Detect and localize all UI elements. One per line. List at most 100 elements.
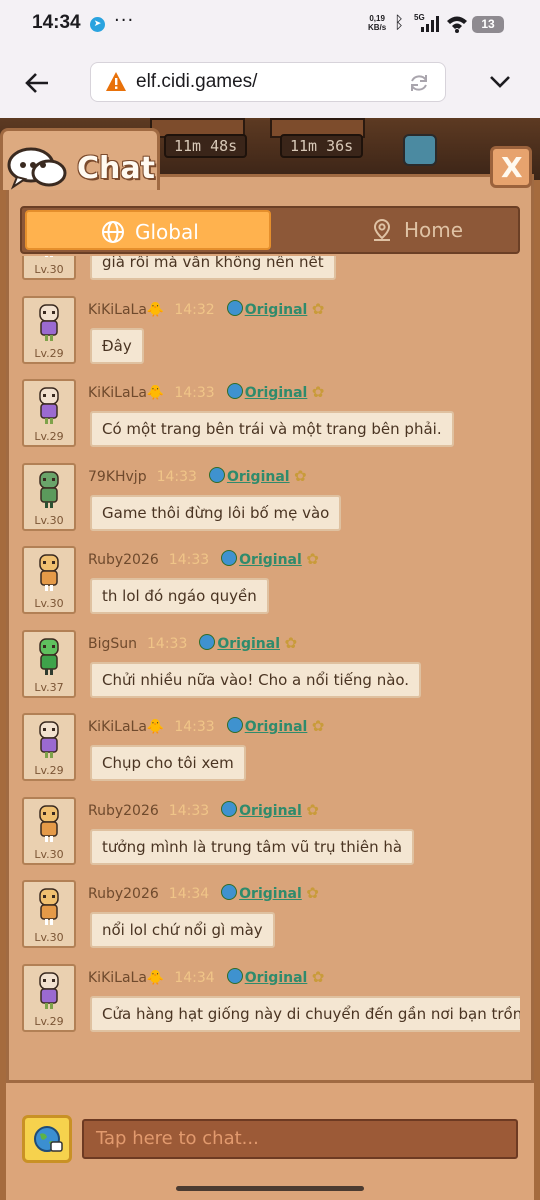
level-badge: Lv.30: [34, 931, 64, 944]
message-bubble[interactable]: Chửi nhiều nữa vào! Cho a nổi tiếng nào.: [90, 661, 422, 698]
sender-name[interactable]: KiKiLaLa🐥: [88, 385, 164, 401]
original-link[interactable]: Original: [245, 385, 308, 401]
globe-icon: [221, 884, 238, 900]
wifi-icon: [447, 16, 467, 33]
avatar-icon: [39, 387, 59, 424]
sender-name[interactable]: Ruby2026: [88, 552, 159, 568]
sender-name[interactable]: BigSun: [88, 636, 137, 652]
chevron-down-icon[interactable]: [486, 70, 514, 94]
settings-icon[interactable]: ✿: [312, 968, 325, 986]
home-indicator[interactable]: [176, 1186, 364, 1191]
avatar[interactable]: Lv.30: [22, 880, 76, 948]
crop-timer: 11m 48s: [164, 134, 248, 158]
tab-global-label: Global: [135, 220, 199, 244]
chat-message: Lv.30 Ruby2026 14:34 Original ✿ nổi lol chứ …: [8, 878, 520, 962]
level-badge: Lv.29: [34, 1014, 64, 1028]
battery-indicator: 13: [472, 16, 504, 33]
original-link[interactable]: Original: [245, 302, 308, 318]
avatar[interactable]: Lv.29: [22, 379, 76, 447]
address-bar[interactable]: elf.cidi.games/: [90, 62, 446, 102]
globe-icon: [221, 550, 238, 566]
avatar-icon: [39, 721, 59, 758]
settings-icon[interactable]: ✿: [312, 300, 325, 318]
avatar[interactable]: Lv.30: [22, 462, 76, 531]
sender-name[interactable]: KiKiLaLa🐥: [88, 719, 164, 735]
sender-name[interactable]: Ruby2026: [88, 886, 159, 902]
message-bubble[interactable]: Có một trang bên trái và một trang bên p…: [90, 411, 454, 447]
globe-icon: [226, 967, 243, 984]
original-link[interactable]: Original: [227, 469, 290, 485]
settings-icon[interactable]: ✿: [306, 550, 319, 568]
original-link[interactable]: Original: [239, 803, 302, 819]
tab-global[interactable]: Global: [25, 210, 271, 250]
signal-icon: [421, 16, 439, 32]
message-meta: KiKiLaLa🐥 14:33 Original ✿: [88, 717, 324, 739]
globe-icon: [221, 800, 238, 817]
message-bubble[interactable]: Đây: [90, 327, 144, 364]
chat-message: Lv.30 Ruby2026 14:33 Original ✿ tưởng mình l…: [8, 795, 520, 879]
message-bubble[interactable]: nổi lol chứ nổi gì mày: [90, 912, 275, 948]
chat-title: Chat: [77, 151, 155, 186]
chat-message: Lv.29 KiKiLaLa🐥 14:33 Original ✿ Có một tran…: [8, 377, 520, 461]
chat-message: Lv.29 KiKiLaLa🐥 14:32 Original ✿ Đây: [8, 294, 520, 378]
sender-name[interactable]: Ruby2026: [88, 803, 159, 819]
original-link[interactable]: Original: [245, 719, 308, 735]
level-badge: Lv.29: [34, 346, 64, 360]
avatar[interactable]: Lv.29: [22, 295, 76, 364]
game-view: 11m 48s 11m 36s Chat X Global Home Lv.30…: [0, 118, 540, 1200]
message-bubble[interactable]: tưởng mình là trung tâm vũ trụ thiên hà: [90, 828, 415, 865]
message-time: 14:33: [147, 635, 188, 652]
message-time: 14:33: [174, 385, 215, 401]
avatar[interactable]: Lv.29: [22, 713, 76, 781]
warning-icon[interactable]: [105, 71, 127, 93]
location-pin-icon: [373, 218, 391, 241]
message-bubble[interactable]: Chụp cho tôi xem: [90, 745, 246, 781]
original-link[interactable]: Original: [239, 552, 302, 568]
avatar[interactable]: Lv.30: [22, 256, 76, 280]
reload-icon[interactable]: [407, 71, 431, 95]
level-badge: Lv.30: [34, 263, 64, 276]
settings-icon[interactable]: ✿: [312, 383, 325, 401]
settings-icon[interactable]: ✿: [294, 467, 307, 485]
tab-home[interactable]: Home: [282, 210, 518, 250]
chat-footer: Tap here to chat...: [6, 1080, 534, 1200]
settings-icon[interactable]: ✿: [284, 634, 297, 652]
avatar[interactable]: Lv.30: [22, 546, 76, 614]
original-link[interactable]: Original: [245, 970, 308, 986]
message-time: 14:33: [168, 802, 210, 819]
message-bubble[interactable]: Game thôi đừng lôi bố mẹ vào: [90, 494, 342, 531]
settings-icon[interactable]: ✿: [312, 717, 325, 735]
avatar-icon: [45, 256, 53, 257]
message-time: 14:34: [174, 969, 215, 986]
sender-name[interactable]: 79KHvjp: [88, 469, 147, 485]
chat-input[interactable]: Tap here to chat...: [82, 1119, 518, 1159]
message-time: 14:33: [168, 552, 210, 568]
original-link[interactable]: Original: [239, 886, 302, 902]
avatar-icon: [39, 888, 59, 925]
chat-tabs: Global Home: [20, 206, 520, 254]
settings-icon[interactable]: ✿: [306, 884, 319, 902]
message-bubble[interactable]: th lol đó ngáo quyền: [90, 578, 269, 614]
original-link[interactable]: Original: [217, 636, 280, 652]
message-list[interactable]: Lv.30 Original ✿ già rồi mà vẫn không nên …: [8, 256, 520, 1064]
sender-name[interactable]: KiKiLaLa🐥: [88, 970, 164, 986]
avatar-icon: [39, 804, 59, 842]
avatar[interactable]: Lv.29: [22, 963, 76, 1032]
avatar[interactable]: Lv.37: [22, 629, 76, 698]
message-meta: Ruby2026 14:34 Original ✿: [88, 884, 319, 906]
chat-message: Lv.30 79KHvjp 14:33 Original ✿ Game thôi đừn…: [8, 461, 520, 545]
status-bar: 14:34 ➤ ··· 0,19 KB/s ᛒ 5G 13: [0, 0, 540, 50]
emoji-button[interactable]: [22, 1115, 72, 1163]
crop-timer: 11m 36s: [280, 134, 364, 158]
message-meta: KiKiLaLa🐥 14:34 Original ✿: [88, 967, 325, 990]
sender-name[interactable]: KiKiLaLa🐥: [88, 302, 164, 318]
settings-icon[interactable]: ✿: [306, 801, 319, 819]
close-button[interactable]: X: [490, 146, 532, 188]
level-badge: Lv.29: [34, 764, 64, 777]
avatar[interactable]: Lv.30: [22, 796, 76, 865]
level-badge: Lv.37: [34, 680, 64, 694]
leaf-icon[interactable]: [403, 134, 437, 166]
message-bubble[interactable]: Cửa hàng hạt giống này di chuyển đến gần…: [90, 995, 520, 1032]
back-arrow-icon[interactable]: [22, 68, 52, 98]
message-bubble[interactable]: già rồi mà vẫn không nên nết: [90, 256, 336, 280]
